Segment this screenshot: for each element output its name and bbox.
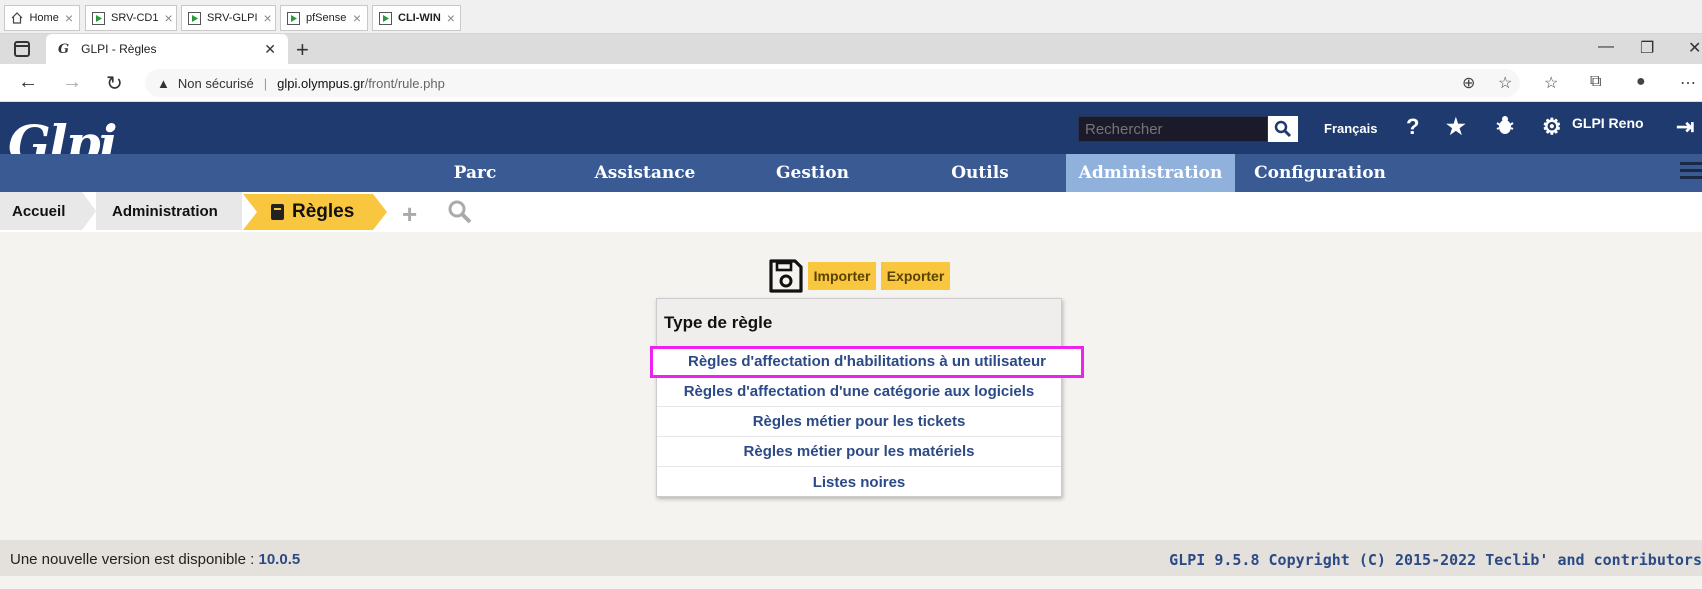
close-icon[interactable]: ×: [353, 10, 361, 26]
save-icon: [768, 258, 804, 294]
star-icon[interactable]: ★: [1446, 114, 1466, 140]
search-button[interactable]: [1268, 116, 1298, 142]
menu-configuration[interactable]: Configuration: [1250, 154, 1390, 192]
vm-tab-srv-cd1[interactable]: SRV-CD1 ×: [85, 5, 177, 31]
browser-tab-active[interactable]: G GLPI - Règles ✕: [46, 34, 288, 64]
reload-icon[interactable]: ↻: [106, 71, 123, 96]
vm-tab-srv-glpi[interactable]: SRV-GLPI ×: [181, 5, 276, 31]
import-button[interactable]: Importer: [808, 262, 876, 290]
vm-icon: [379, 11, 392, 25]
menu-gestion[interactable]: Gestion: [765, 154, 860, 192]
address-row: ← → ↻ ▲ Non sécurisé | glpi.olympus.gr /…: [0, 64, 1702, 102]
forward-icon[interactable]: →: [62, 71, 82, 94]
breadcrumb-home[interactable]: Accueil: [0, 192, 82, 230]
menu-outils[interactable]: Outils: [935, 154, 1025, 192]
add-favorite-icon[interactable]: ☆: [1498, 73, 1512, 93]
rule-type-table: Type de règle Règles d'affectation d'hab…: [650, 298, 1084, 497]
language-link[interactable]: Français: [1324, 121, 1377, 136]
home-icon: [11, 12, 23, 25]
update-version-link[interactable]: 10.0.5: [259, 551, 301, 568]
close-window-icon[interactable]: ✕: [1688, 38, 1701, 58]
close-tab-icon[interactable]: ✕: [264, 41, 276, 58]
update-notice: Une nouvelle version est disponible :: [10, 551, 255, 568]
user-menu[interactable]: GLPI Reno: [1572, 115, 1644, 131]
book-icon: [271, 204, 284, 220]
search-icon[interactable]: [448, 200, 472, 231]
rule-link-tickets[interactable]: Règles métier pour les tickets: [657, 407, 1061, 437]
new-tab-icon[interactable]: +: [296, 37, 309, 63]
minimize-icon[interactable]: —: [1598, 38, 1614, 56]
rule-link-software-category[interactable]: Règles d'affectation d'une catégorie aux…: [657, 377, 1061, 407]
address-bar[interactable]: ▲ Non sécurisé | glpi.olympus.gr /front/…: [145, 69, 1520, 97]
vm-icon: [188, 11, 201, 25]
close-icon[interactable]: ×: [164, 10, 172, 26]
vm-icon: [92, 11, 105, 25]
close-icon[interactable]: ×: [264, 10, 272, 26]
gear-icon[interactable]: ⚙: [1542, 114, 1562, 140]
breadcrumb-administration[interactable]: Administration: [96, 192, 242, 230]
breadcrumb-current[interactable]: Règles: [243, 194, 387, 230]
close-icon[interactable]: ×: [65, 10, 73, 26]
search-input[interactable]: [1078, 116, 1268, 142]
back-icon[interactable]: ←: [18, 71, 38, 94]
tab-actions-icon[interactable]: [14, 41, 30, 57]
help-icon[interactable]: ?: [1406, 114, 1419, 140]
profile-icon[interactable]: ●: [1636, 73, 1646, 91]
more-icon[interactable]: ⋯: [1680, 73, 1696, 93]
rule-link-assets[interactable]: Règles métier pour les matériels: [657, 437, 1061, 467]
zoom-icon[interactable]: ⊕: [1462, 73, 1475, 93]
restore-icon[interactable]: ❐: [1640, 38, 1654, 58]
vm-icon: [287, 11, 300, 25]
menu-assistance[interactable]: Assistance: [585, 154, 705, 192]
hamburger-icon[interactable]: [1680, 162, 1702, 182]
collections-icon[interactable]: ⧉: [1590, 73, 1601, 91]
close-icon[interactable]: ×: [447, 10, 455, 26]
rule-link-blacklists[interactable]: Listes noires: [657, 467, 1061, 497]
menu-parc[interactable]: Parc: [430, 154, 520, 192]
logout-icon[interactable]: ⇥: [1676, 114, 1694, 140]
glpi-favicon-icon: G: [58, 41, 70, 57]
vm-tab-cli-win[interactable]: CLI-WIN ×: [372, 5, 461, 31]
vm-tab-home[interactable]: Home ×: [4, 5, 80, 31]
rule-link-user-authorizations[interactable]: Règles d'affectation d'habilitations à u…: [650, 346, 1084, 378]
menu-administration[interactable]: Administration: [1066, 154, 1235, 192]
warning-icon[interactable]: ▲: [157, 76, 170, 91]
add-icon[interactable]: +: [402, 199, 417, 230]
copyright-link[interactable]: GLPI 9.5.8 Copyright (C) 2015-2022 Tecli…: [1169, 551, 1702, 569]
browser-tab-bar: G GLPI - Règles ✕ + — ❐ ✕: [0, 34, 1702, 64]
favorites-icon[interactable]: ☆: [1544, 73, 1558, 93]
vm-tab-pfsense[interactable]: pfSense ×: [280, 5, 368, 31]
footer: Une nouvelle version est disponible : 10…: [0, 540, 1702, 576]
table-header: Type de règle: [657, 299, 1061, 347]
search-icon: [1274, 120, 1292, 138]
bug-icon[interactable]: [1494, 114, 1516, 142]
export-button[interactable]: Exporter: [881, 262, 950, 290]
